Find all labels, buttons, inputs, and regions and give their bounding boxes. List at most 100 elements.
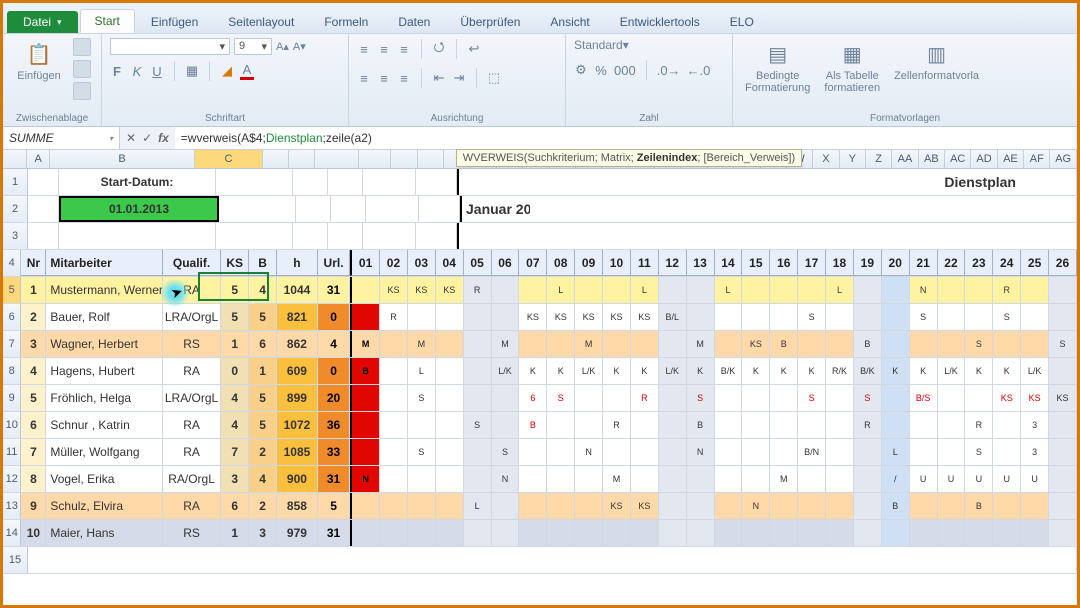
spreadsheet[interactable]: A B C UVWXYZAAABACADAEAFAG 1 Start-Datum… [3,150,1077,608]
cell-day[interactable]: S [854,385,882,411]
cell-day[interactable] [380,439,408,465]
cell-day[interactable] [659,493,687,519]
cell-day[interactable] [603,520,631,546]
hdr-day-11[interactable]: 11 [631,250,659,276]
row-header-1[interactable]: 1 [3,169,28,195]
cell-day[interactable] [826,439,854,465]
cell-nr[interactable]: 5 [21,385,46,411]
cell-day[interactable] [380,493,408,519]
cell-day[interactable]: 3 [1021,412,1049,438]
cell-day[interactable]: N [575,439,603,465]
cell-day[interactable] [910,493,938,519]
cell-day[interactable] [770,520,798,546]
cell-day[interactable] [910,439,938,465]
cell-day[interactable]: L [715,277,743,303]
cell-day[interactable]: K [742,358,770,384]
conditional-formatting-button[interactable]: ▤ Bedingte Formatierung [741,38,814,96]
cell-day[interactable] [350,439,380,465]
cell-day[interactable]: S [1049,331,1077,357]
font-size-combo[interactable]: 9▾ [234,38,272,55]
row-header-13[interactable]: 13 [3,493,21,519]
cell-day[interactable] [993,520,1021,546]
cell-day[interactable] [492,520,520,546]
cell-styles-button[interactable]: ▥ Zellenformatvorla [890,38,983,84]
cell-name[interactable]: Bauer, Rolf [46,304,162,330]
cell-day[interactable]: S [798,385,826,411]
decrease-decimal-icon[interactable]: ←.0 [687,63,711,78]
row-header-15[interactable]: 15 [3,547,28,573]
cell-day[interactable] [993,331,1021,357]
cell-day[interactable] [993,493,1021,519]
cell-day[interactable]: R/K [826,358,854,384]
cell-day[interactable] [659,331,687,357]
cell-day[interactable] [659,277,687,303]
cell-day[interactable] [938,493,966,519]
cell-name[interactable]: Schulz, Elvira [46,493,162,519]
cell-day[interactable]: R [631,385,659,411]
hdr-ks[interactable]: KS [221,250,249,276]
cell-day[interactable]: M [603,466,631,492]
cell-h[interactable]: 609 [277,358,318,384]
cell-day[interactable]: 6 [519,385,547,411]
cell-url[interactable]: 31 [318,277,350,303]
cell-nr[interactable]: 2 [21,304,46,330]
cell-day[interactable] [408,493,436,519]
cell-b[interactable]: 2 [249,493,277,519]
cell-h[interactable]: 821 [277,304,318,330]
cell-day[interactable] [798,412,826,438]
cell-day[interactable] [965,385,993,411]
cell-day[interactable] [464,304,492,330]
cell-day[interactable] [742,466,770,492]
align-bottom-icon[interactable]: ≡ [397,42,411,57]
cell-day[interactable]: 3 [1021,439,1049,465]
cell-day[interactable] [910,412,938,438]
cell-day[interactable] [938,439,966,465]
ribbon-tab-elo[interactable]: ELO [716,11,768,33]
cell-day[interactable]: L/K [938,358,966,384]
cell-day[interactable] [408,412,436,438]
hdr-day-10[interactable]: 10 [603,250,631,276]
col-header-day[interactable]: AG [1050,150,1076,168]
cell-day[interactable]: B [350,358,380,384]
cell-day[interactable]: L [464,493,492,519]
cell-day[interactable] [1049,520,1077,546]
borders-icon[interactable]: ▦ [185,63,199,79]
cell-day[interactable]: B [770,331,798,357]
align-right-icon[interactable]: ≡ [397,71,411,86]
cell-day[interactable] [882,304,910,330]
cell-day[interactable] [993,412,1021,438]
row-header-3[interactable]: 3 [3,223,28,249]
cell-day[interactable]: KS [603,304,631,330]
cell-day[interactable] [603,331,631,357]
hdr-url[interactable]: Url. [318,250,350,276]
cell-day[interactable] [687,493,715,519]
cell-day[interactable] [408,304,436,330]
cell-url[interactable]: 31 [318,466,350,492]
row-header-9[interactable]: 9 [3,385,21,411]
hdr-day-06[interactable]: 06 [492,250,520,276]
cell-name[interactable]: Fröhlich, Helga [46,385,162,411]
hdr-day-04[interactable]: 04 [436,250,464,276]
row-header-11[interactable]: 11 [3,439,21,465]
cell-day[interactable] [436,412,464,438]
cell-day[interactable] [631,439,659,465]
cell-day[interactable]: L [547,277,575,303]
cell-day[interactable]: KS [380,277,408,303]
cell-nr[interactable]: 1 [21,277,46,303]
cell-h[interactable]: 900 [277,466,318,492]
cell-day[interactable]: S [492,439,520,465]
cell-day[interactable] [715,520,743,546]
col-header-day[interactable]: X [813,150,839,168]
ribbon-tab-start[interactable]: Start [80,9,135,33]
cell-name[interactable]: Müller, Wolfgang [46,439,162,465]
cell-day[interactable]: KS [408,277,436,303]
cell-day[interactable] [575,277,603,303]
cell-qualif[interactable]: RA/OrgL [163,466,221,492]
hdr-b[interactable]: B [249,250,277,276]
cell-nr[interactable]: 10 [21,520,46,546]
cell-day[interactable]: KS [742,331,770,357]
cell-day[interactable]: B/K [854,358,882,384]
col-header-blank[interactable] [315,150,359,168]
cell-h[interactable]: 862 [277,331,318,357]
cell-day[interactable] [659,412,687,438]
